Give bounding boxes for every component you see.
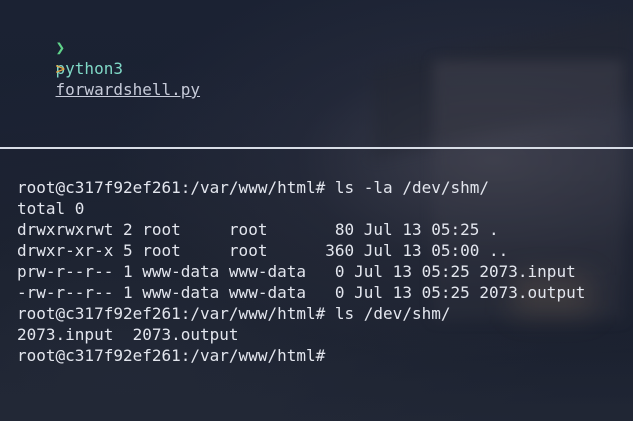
- terminal-pane-bottom[interactable]: root@c317f92ef261:/var/www/html# ls -la …: [0, 149, 633, 421]
- continuation-prompt-icon: >: [55, 59, 66, 78]
- continuation-line: >: [17, 37, 66, 100]
- terminal-output-line: 2073.input 2073.output: [17, 325, 239, 344]
- terminal-output-line: drwxrwxrwt 2 root root 80 Jul 13 05:25 .: [17, 220, 499, 239]
- command-name: python3: [55, 59, 123, 78]
- command-argument: forwardshell.py: [55, 80, 201, 99]
- terminal-prompt-line: root@c317f92ef261:/var/www/html#: [17, 346, 326, 365]
- terminal-pane-top[interactable]: ❯ python3 forwardshell.py >: [0, 0, 633, 146]
- terminal-output-line: total 0: [17, 199, 85, 218]
- terminal-output-line: prw-r--r-- 1 www-data www-data 0 Jul 13 …: [17, 262, 576, 281]
- terminal-output-line: root@c317f92ef261:/var/www/html# ls -la …: [17, 178, 490, 197]
- terminal-output-line: root@c317f92ef261:/var/www/html# ls /dev…: [17, 304, 451, 323]
- terminal-output-line: drwxr-xr-x 5 root root 360 Jul 13 05:00 …: [17, 241, 509, 260]
- terminal-output-line: -rw-r--r-- 1 www-data www-data 0 Jul 13 …: [17, 283, 586, 302]
